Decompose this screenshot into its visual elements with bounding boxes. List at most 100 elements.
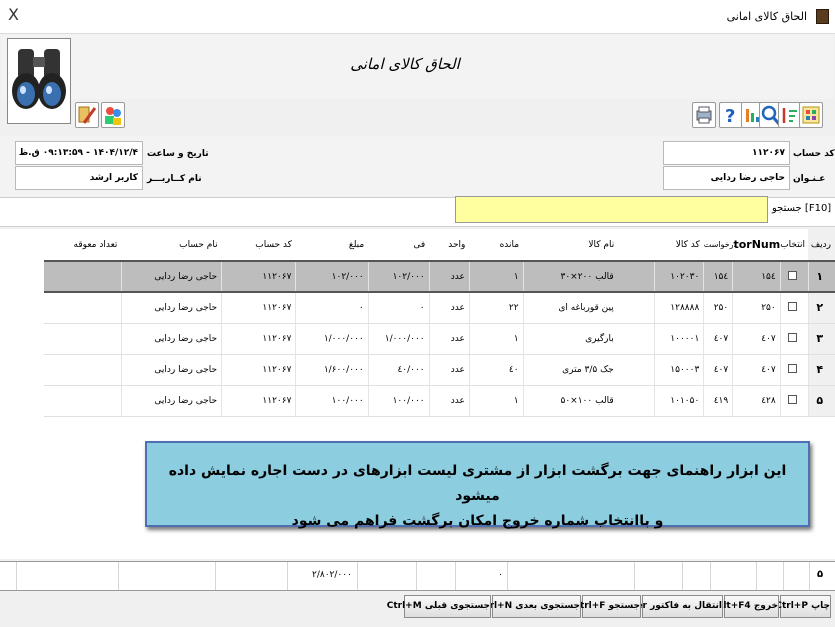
cell-acc-name: حاجی رضا ردایی [121, 354, 223, 386]
col-amount[interactable]: مبلغ [295, 229, 369, 261]
help-icon[interactable]: ? [719, 102, 743, 128]
checkbox[interactable] [787, 270, 797, 280]
account-code-field[interactable]: ۱۱۲۰۶۷ [663, 141, 790, 165]
col-rownum[interactable]: ردیف [808, 229, 835, 261]
user-field: کاربر ارشد [15, 166, 143, 190]
edit-icon[interactable] [75, 102, 99, 128]
col-overdue[interactable]: تعداد معوقه [44, 229, 122, 261]
cell-amount: ۱۰۰/۰۰۰ [295, 385, 369, 417]
row-number: ۳ [808, 323, 835, 355]
table-row[interactable]: حاجی رضا ردایی ۱۱۲۰۶۷ ۱۰۲/۰۰۰ ۱۰۲/۰۰۰ عدد ۱ قا… [44, 260, 835, 293]
cell-acc-code: ۱۱۲۰۶۷ [221, 354, 297, 386]
search-label: جستجو [F10] [772, 203, 832, 214]
select-checkbox[interactable] [780, 385, 809, 417]
cell-acc-name: حاجی رضا ردایی [121, 385, 223, 417]
cell-overdue [44, 385, 122, 417]
checkbox[interactable] [787, 363, 797, 373]
table-row[interactable]: حاجی رضا ردایی ۱۱۲۰۶۷ ۱/۶۰۰/۰۰۰ ٤۰/۰۰۰ عدد ٤۰… [44, 354, 835, 386]
select-checkbox[interactable] [780, 292, 809, 324]
cell-request: ۱۵٤ [703, 260, 734, 293]
cell-fee: ۱۰۰/۰۰۰ [368, 385, 430, 417]
cell-code: ۱۰۱۰۵۰ [654, 385, 705, 417]
cell-factor: ۲۵۰ [732, 292, 781, 324]
cell-fee: ۱/۰۰۰/۰۰۰ [368, 323, 430, 355]
title-bar: الحاق کالای امانی X [0, 0, 835, 34]
row-number: ۴ [808, 354, 835, 386]
help-note-line2: و باانتخاب شماره خروج امکان برگشت فراهم … [291, 513, 664, 529]
checkbox[interactable] [787, 394, 797, 404]
search-input[interactable] [455, 196, 768, 223]
date-value: ۱۴۰۴/۱۲/۴ - ۰۹:۱۳:۵۹ ق.ظ [18, 148, 138, 158]
date-field: ۱۴۰۴/۱۲/۴ - ۰۹:۱۳:۵۹ ق.ظ [15, 141, 143, 165]
totals-cell [215, 562, 216, 590]
totals-cell [357, 562, 358, 590]
cell-unit: عدد [429, 354, 470, 386]
form-title: الحاق کالای امانی [350, 55, 460, 73]
cell-unit: عدد [429, 292, 470, 324]
cell-fee: ۱۰۲/۰۰۰ [368, 260, 430, 293]
date-label: تاریخ و ساعت [147, 149, 209, 159]
binoculars-icon [7, 38, 71, 124]
select-checkbox[interactable] [780, 354, 809, 386]
col-fee[interactable]: فی [368, 229, 430, 261]
col-item-code[interactable]: کد کالا [654, 229, 704, 261]
search-next-button[interactable]: جستجوی بعدی Ctrl+N [479, 595, 581, 618]
cell-remaining: ۱ [469, 385, 524, 417]
cell-remaining: ۱ [469, 260, 524, 293]
cell-code: ۱۲۸۸۸۸ [654, 292, 705, 324]
search-button[interactable]: جستجو Ctrl+F [573, 595, 641, 618]
totals-cell [710, 562, 711, 590]
checkbox[interactable] [787, 332, 797, 342]
window-title: الحاق کالای امانی [726, 10, 807, 23]
col-select[interactable]: انتخاب [780, 229, 809, 261]
cell-code: ۱۰۰۰۰۱ [654, 323, 705, 355]
export-icon[interactable] [799, 102, 823, 128]
totals-cell [118, 562, 119, 590]
search-prev-button[interactable]: جستجوی قبلی Ctrl+M [387, 595, 491, 618]
table-row[interactable]: حاجی رضا ردایی ۱۱۲۰۶۷ ۱۰۰/۰۰۰ ۱۰۰/۰۰۰ عدد ۱ قا… [44, 385, 835, 417]
cell-amount: ۰ [295, 292, 369, 324]
items-table: تعداد معوقه نام حساب کد حساب مبلغ فی واح… [44, 229, 835, 417]
exit-button[interactable]: خروج Alt+F4 [716, 595, 779, 618]
col-account-name[interactable]: نام حساب [121, 229, 222, 261]
user-label: نام کــاربـــر [147, 174, 202, 184]
account-name-field[interactable]: حاجی رضا ردایی [663, 166, 790, 190]
select-checkbox[interactable] [780, 260, 809, 293]
checkbox[interactable] [787, 301, 797, 311]
cell-amount: ۱/۰۰۰/۰۰۰ [295, 323, 369, 355]
users-icon[interactable] [101, 102, 125, 128]
app-icon [816, 9, 829, 24]
cell-acc-name: حاجی رضا ردایی [121, 292, 223, 324]
cell-overdue [44, 260, 122, 293]
table-row[interactable]: حاجی رضا ردایی ۱۱۲۰۶۷ ۱/۰۰۰/۰۰۰ ۱/۰۰۰/۰۰۰ عد… [44, 323, 835, 355]
cell-request: ۲۵۰ [703, 292, 734, 324]
col-account-code[interactable]: کد حساب [221, 229, 296, 261]
cell-name: بارگیری [523, 323, 655, 355]
print-button[interactable]: چاپ Ctrl+P [775, 595, 831, 618]
cell-overdue [44, 354, 122, 386]
cell-acc-name: حاجی رضا ردایی [121, 323, 223, 355]
col-remaining[interactable]: مانده [469, 229, 524, 261]
cell-acc-code: ۱۱۲۰۶۷ [221, 385, 297, 417]
cell-acc-code: ۱۱۲۰۶۷ [221, 292, 297, 324]
cell-amount: ۱۰۲/۰۰۰ [295, 260, 369, 293]
account-name-label: عـنـوان [793, 174, 826, 184]
close-icon[interactable]: X [8, 5, 19, 24]
cell-name: قالب ۱۰۰×۵۰ [523, 385, 655, 417]
col-unit[interactable]: واحد [429, 229, 470, 261]
user-value: کاربر ارشد [89, 173, 138, 183]
select-checkbox[interactable] [780, 323, 809, 355]
cell-acc-code: ۱۱۲۰۶۷ [221, 323, 297, 355]
col-factor[interactable]: FactorNum [732, 229, 781, 261]
printer-icon[interactable] [692, 102, 716, 128]
totals-cell [455, 562, 456, 590]
col-item-name[interactable]: نام کالا [523, 229, 655, 261]
total-amount: ۲/۸۰۲/۰۰۰ [312, 570, 352, 580]
cell-code: ۱۵۰۰۰۳ [654, 354, 705, 386]
col-request[interactable]: درخواست [703, 229, 737, 261]
cell-remaining: ۱ [469, 323, 524, 355]
transfer-to-invoice-button[interactable]: انتقال به فاکتور Enter [620, 595, 723, 618]
table-row[interactable]: حاجی رضا ردایی ۱۱۲۰۶۷ ۰ ۰ عدد ۲۲ پین قورباغه ا… [44, 292, 835, 324]
cell-code: ۱۰۲۰۳۰ [654, 260, 705, 293]
cell-amount: ۱/۶۰۰/۰۰۰ [295, 354, 369, 386]
